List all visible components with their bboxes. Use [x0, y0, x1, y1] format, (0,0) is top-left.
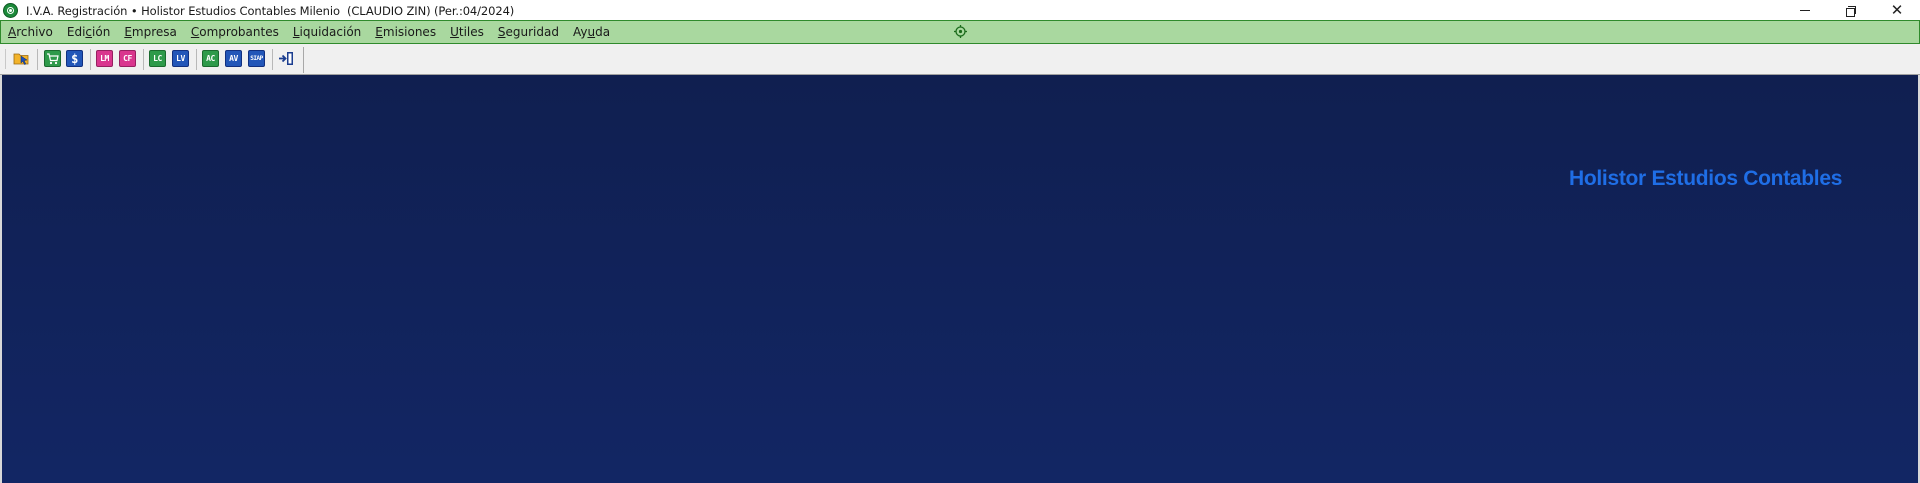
- close-button[interactable]: ✕: [1874, 0, 1920, 21]
- menu-mnemonic: C: [190, 25, 200, 39]
- lc-icon: LC: [153, 54, 162, 63]
- toolbar-separator: [272, 49, 273, 70]
- menu-mnemonic: E: [124, 25, 132, 39]
- menu-empresa[interactable]: Empresa: [117, 25, 184, 39]
- menu-mnemonic: A: [8, 25, 17, 39]
- title-bar[interactable]: I.V.A. Registración • Holistor Estudios …: [0, 0, 1920, 21]
- menu-mnemonic: E: [375, 25, 383, 39]
- menu-emisiones[interactable]: Emisiones: [368, 25, 443, 39]
- open-company-button[interactable]: [13, 50, 30, 67]
- minimize-button[interactable]: [1782, 0, 1828, 21]
- ac-icon: AC: [206, 54, 215, 63]
- app-logo-icon[interactable]: [3, 3, 18, 18]
- menu-seguridad[interactable]: Seguridad: [491, 25, 566, 39]
- menu-liquidacion[interactable]: Liquidación: [286, 25, 368, 39]
- toolbar-separator: [143, 49, 144, 70]
- open-company-icon: [13, 53, 29, 65]
- menu-label-part: Ay: [572, 25, 588, 39]
- cf-icon: CF: [123, 54, 132, 63]
- close-icon: ✕: [1890, 1, 1904, 19]
- toolbar-separator: [37, 49, 38, 70]
- toolbar-separator: [90, 49, 91, 70]
- menu-label-part: tiles: [458, 25, 484, 39]
- toolbar-end-divider: [303, 47, 304, 73]
- minimize-icon: [1800, 10, 1810, 11]
- toolbar: $ LM CF LC LV AC AV SIAP: [0, 44, 1920, 75]
- restore-button[interactable]: [1828, 0, 1874, 21]
- menu-comprobantes[interactable]: Comprobantes: [184, 25, 286, 39]
- sales-button[interactable]: $: [66, 50, 83, 67]
- menu-bar: Archivo Edición Empresa Comprobantes Liq…: [0, 20, 1920, 44]
- exit-button[interactable]: [278, 50, 295, 67]
- lv-button[interactable]: LV: [172, 50, 189, 67]
- toolbar-separator: [196, 49, 197, 70]
- target-icon[interactable]: [954, 25, 967, 38]
- menu-label-part: misiones: [382, 25, 437, 39]
- menu-label-part: rchivo: [16, 25, 53, 39]
- av-icon: AV: [229, 54, 238, 63]
- lv-icon: LV: [176, 54, 185, 63]
- lm-button[interactable]: LM: [96, 50, 113, 67]
- lc-button[interactable]: LC: [149, 50, 166, 67]
- window-controls: ✕: [1782, 0, 1920, 21]
- brand-text: Holistor Estudios Contables: [1569, 167, 1843, 190]
- menu-label-part: ión: [92, 25, 111, 39]
- window-title: I.V.A. Registración • Holistor Estudios …: [26, 3, 515, 18]
- av-button[interactable]: AV: [225, 50, 242, 67]
- application-window: I.V.A. Registración • Holistor Estudios …: [0, 0, 1920, 483]
- menu-label-part: da: [595, 25, 611, 39]
- purchases-cart-icon: [47, 53, 59, 65]
- menu-utiles[interactable]: Utiles: [443, 25, 491, 39]
- menu-mnemonic: u: [587, 25, 596, 39]
- siap-button[interactable]: SIAP: [248, 50, 265, 67]
- menu-label-part: mpresa: [131, 25, 177, 39]
- ac-button[interactable]: AC: [202, 50, 219, 67]
- menu-label-part: eguridad: [505, 25, 559, 39]
- menu-label-part: Edi: [66, 25, 86, 39]
- menu-mnemonic: U: [450, 25, 459, 39]
- menu-mnemonic: L: [292, 25, 300, 39]
- sales-dollar-icon: $: [71, 51, 78, 66]
- toolbar-grip[interactable]: [5, 49, 6, 69]
- menu-mnemonic: S: [497, 25, 506, 39]
- purchases-button[interactable]: [44, 50, 61, 67]
- menu-label-part: iquidación: [299, 25, 362, 39]
- menu-archivo[interactable]: Archivo: [1, 25, 60, 39]
- menu-edicion[interactable]: Edición: [60, 25, 117, 39]
- restore-icon: [1846, 5, 1856, 17]
- cf-button[interactable]: CF: [119, 50, 136, 67]
- lm-icon: LM: [100, 54, 109, 63]
- menu-ayuda[interactable]: Ayuda: [566, 25, 617, 39]
- menu-label-part: omprobantes: [199, 25, 279, 39]
- exit-door-icon: [279, 52, 293, 65]
- main-workspace: Holistor Estudios Contables: [0, 75, 1920, 483]
- siap-icon: SIAP: [250, 55, 263, 62]
